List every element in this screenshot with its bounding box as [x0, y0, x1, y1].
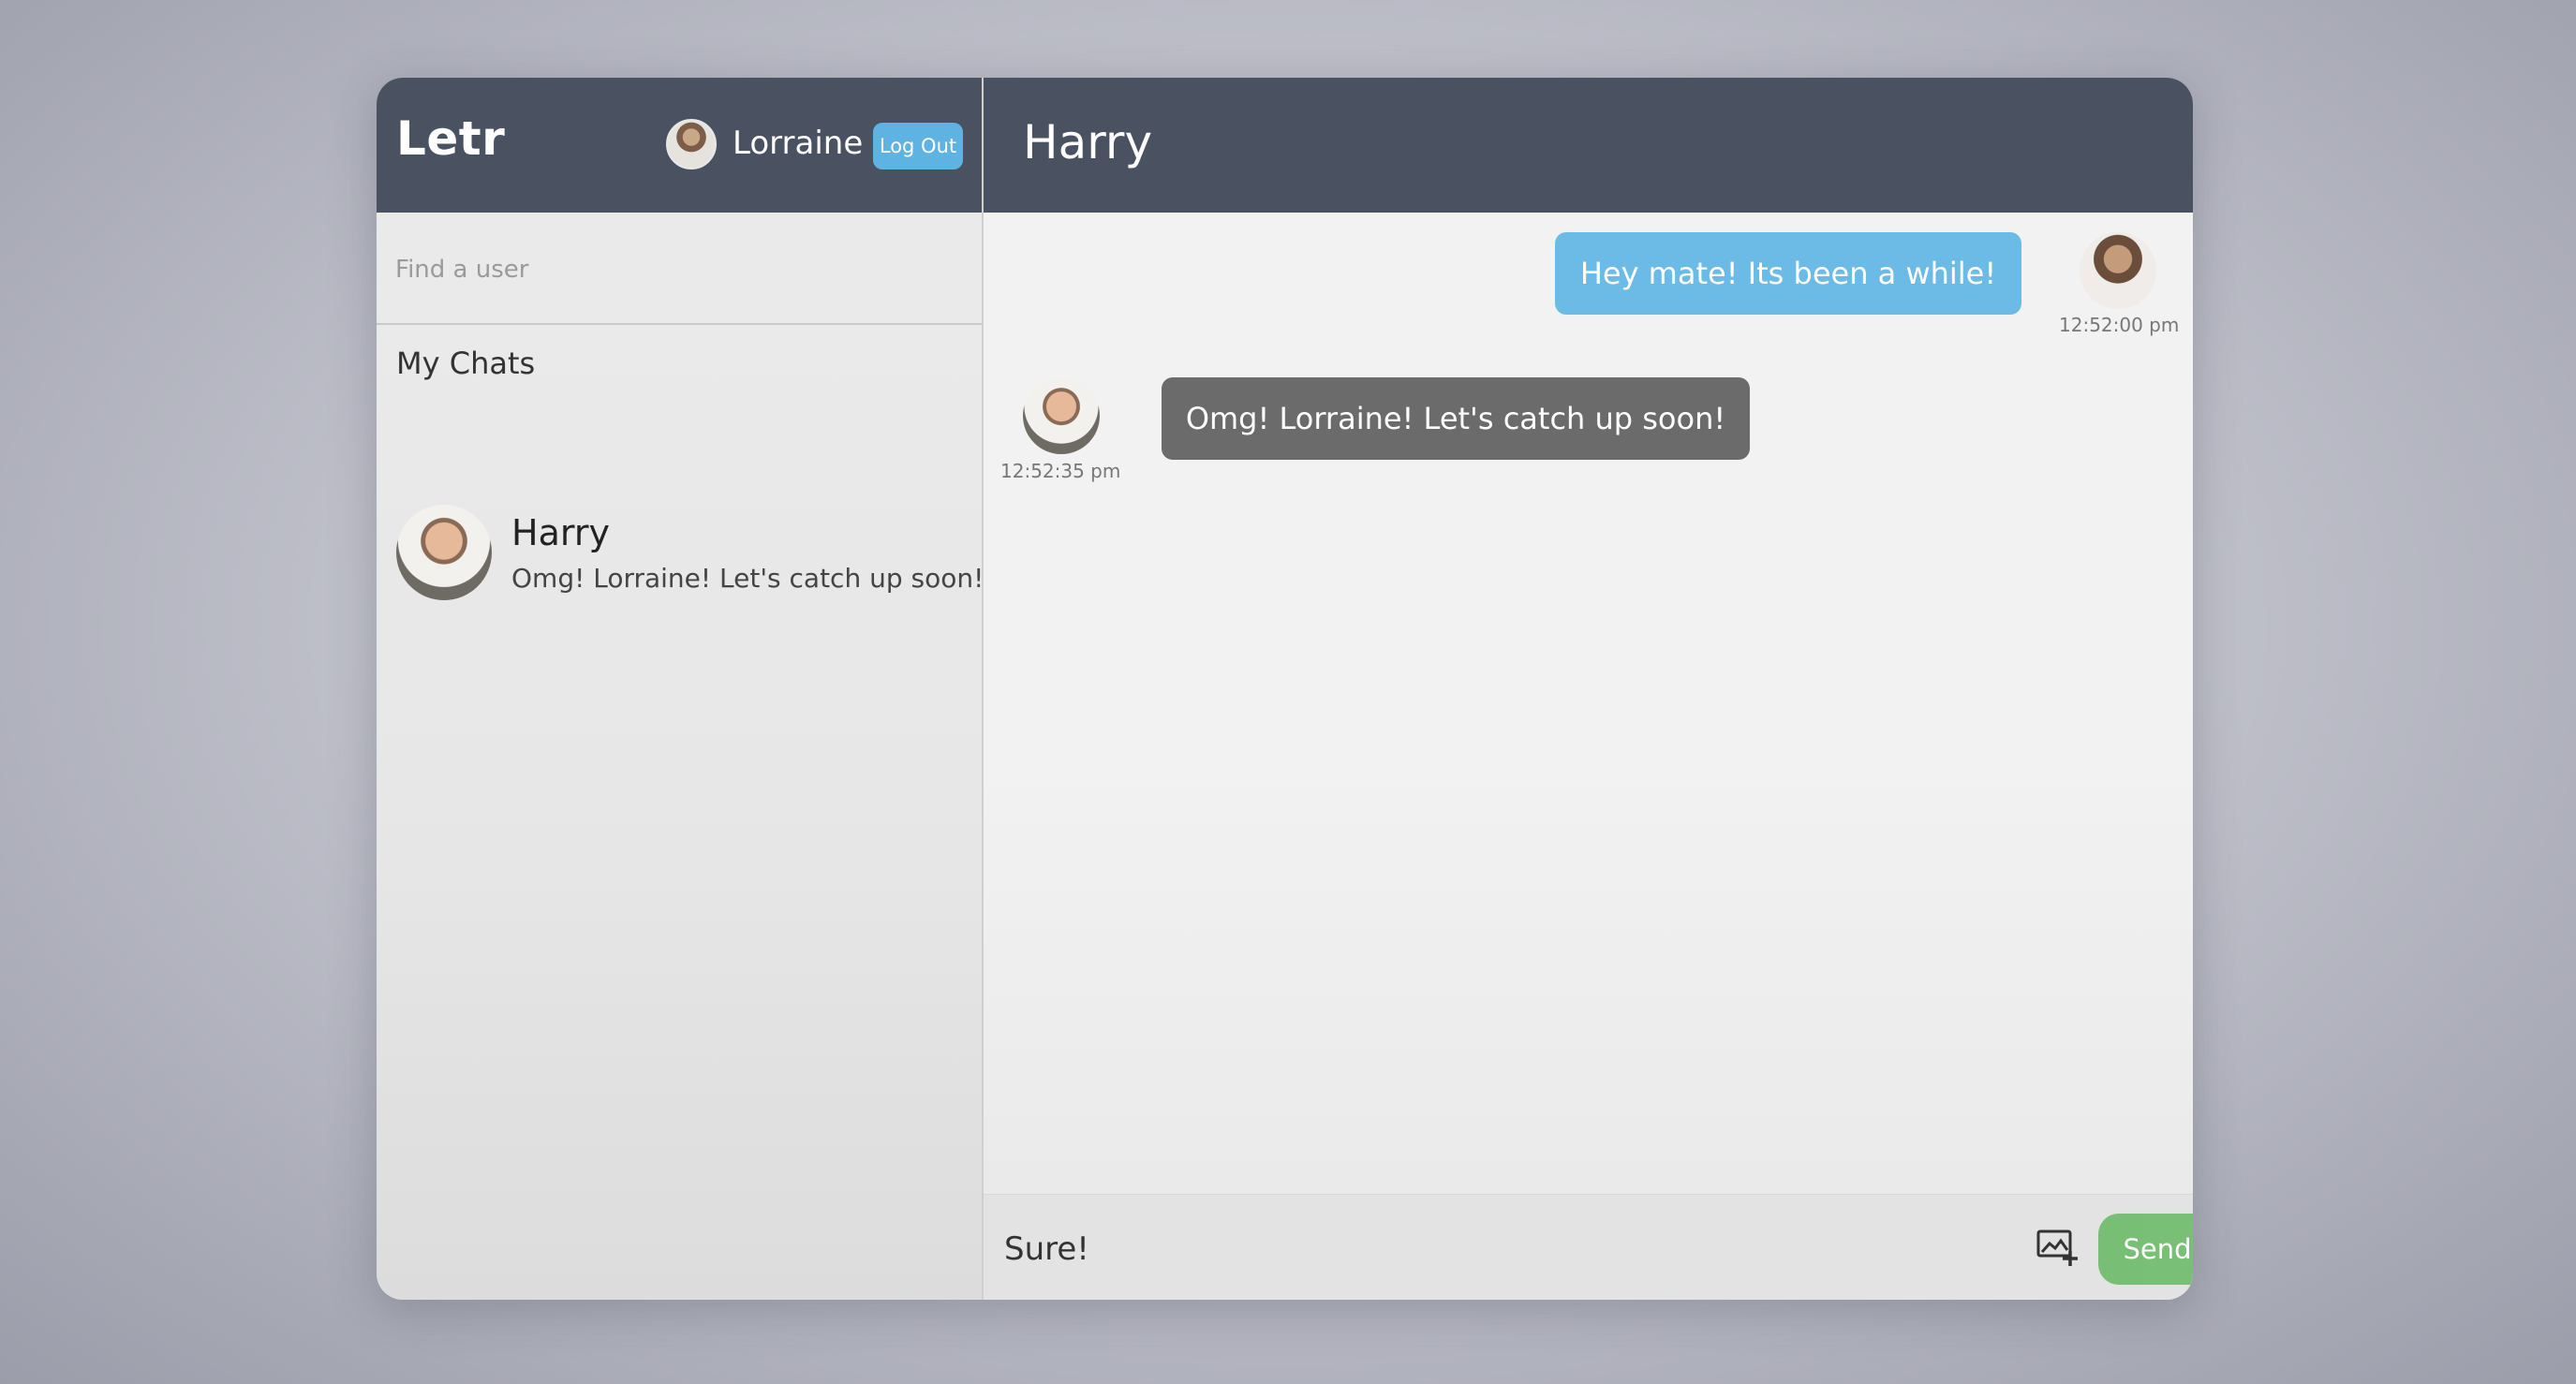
message-input[interactable]	[1004, 1223, 1941, 1275]
app-logo: Letr	[396, 111, 506, 166]
sender-avatar	[2080, 232, 2156, 309]
message-timestamp: 12:52:00 pm	[2059, 314, 2180, 336]
add-image-icon-glyph	[2036, 1229, 2078, 1266]
sidebar: Letr Lorraine Log Out My Chats Harry Omg…	[377, 78, 985, 1300]
contact-avatar	[1023, 377, 1100, 454]
message-timestamp: 12:52:35 pm	[1000, 460, 1121, 482]
my-chats-heading: My Chats	[396, 346, 536, 381]
add-image-icon[interactable]	[2036, 1227, 2080, 1268]
conversation-panel: Harry Hey mate! Its been a while! 12:52:…	[982, 78, 2193, 1300]
incoming-message-bubble: Omg! Lorraine! Let's catch up soon!	[1162, 377, 1750, 460]
chat-app-window: Letr Lorraine Log Out My Chats Harry Omg…	[377, 78, 2193, 1300]
chat-list-item[interactable]: Harry Omg! Lorraine! Let's catch up soon…	[377, 497, 985, 610]
outgoing-message-bubble: Hey mate! Its been a while!	[1555, 232, 2021, 315]
conversation-header: Harry	[984, 78, 2193, 213]
conversation-title: Harry	[1023, 115, 1153, 169]
sidebar-header: Letr Lorraine Log Out	[377, 78, 982, 213]
current-user-avatar	[666, 119, 717, 169]
chat-contact-avatar	[396, 505, 492, 600]
message-composer: Send	[984, 1194, 2193, 1300]
find-user-input[interactable]	[395, 246, 957, 293]
chat-last-message: Omg! Lorraine! Let's catch up soon!	[511, 563, 985, 594]
current-user-name: Lorraine	[733, 125, 864, 162]
logout-button[interactable]: Log Out	[873, 123, 963, 169]
send-button[interactable]: Send	[2098, 1214, 2193, 1285]
chat-contact-name: Harry	[511, 512, 610, 553]
user-search-box	[377, 213, 982, 325]
